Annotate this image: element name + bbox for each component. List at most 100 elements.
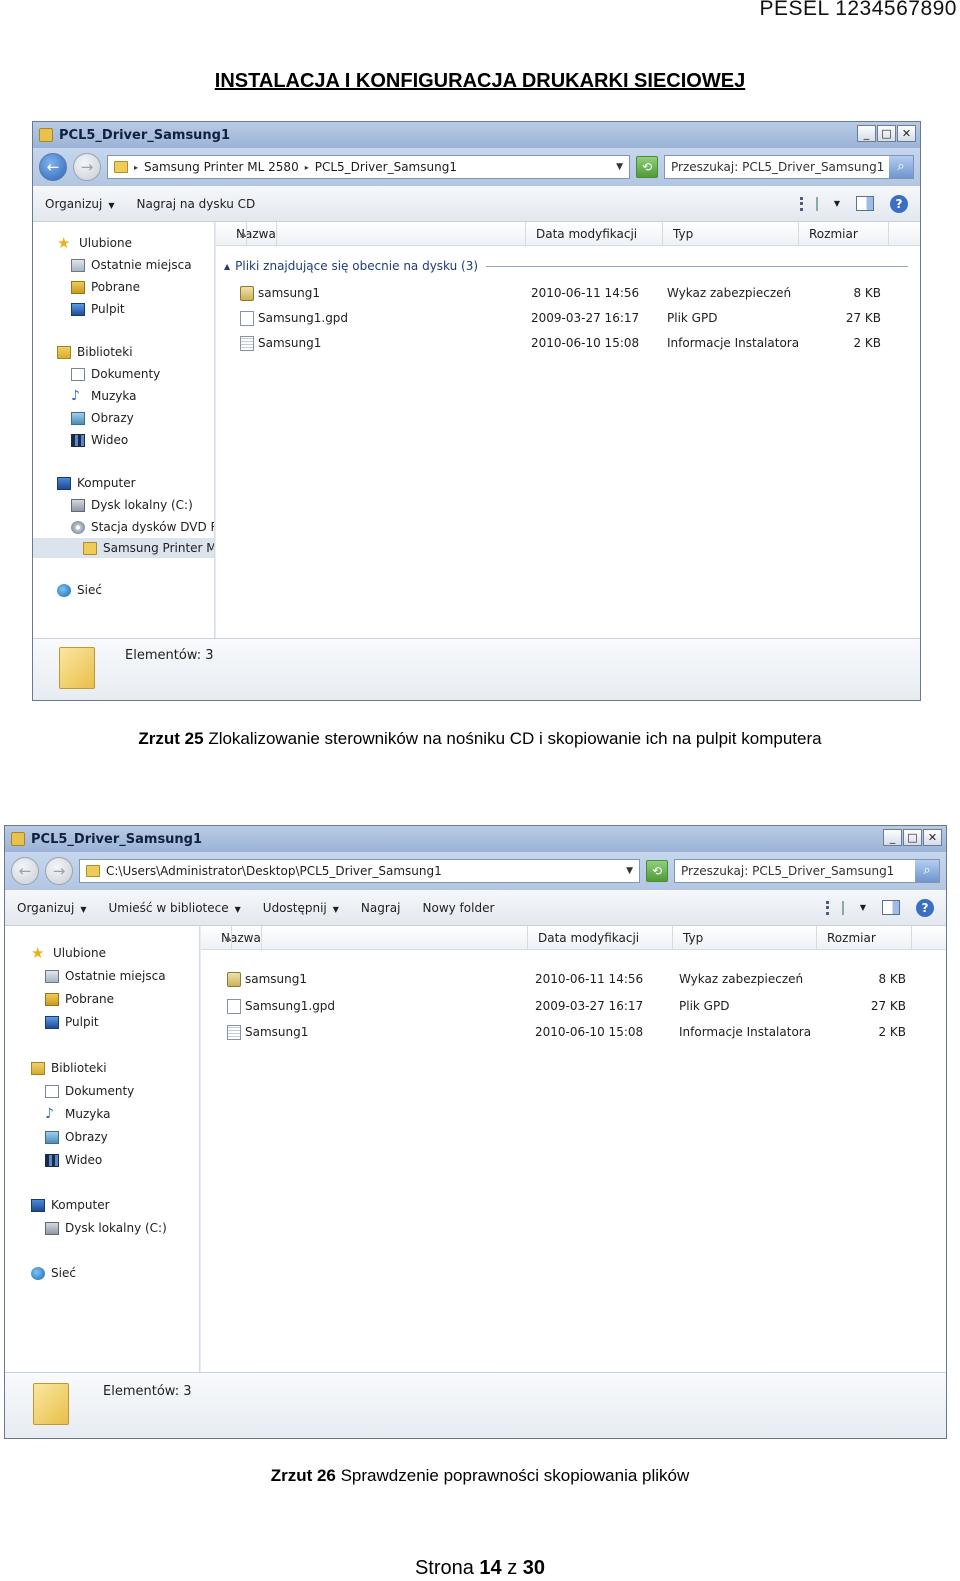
sidebar-item-network[interactable]: Sieć — [33, 580, 214, 600]
sidebar-item-favorites[interactable]: ★ Ulubione — [33, 233, 214, 253]
refresh-button[interactable]: ⟲ — [636, 156, 658, 178]
chevron-down-icon[interactable]: ▼ — [834, 199, 840, 208]
forward-button[interactable]: → — [73, 153, 101, 181]
column-date[interactable]: Data modyfikacji — [528, 926, 673, 950]
setup-info-icon — [240, 336, 254, 351]
table-row[interactable]: Samsung1.gpd 2009-03-27 16:17 Plik GPD 2… — [201, 995, 946, 1017]
search-input[interactable]: Przeszukaj: PCL5_Driver_Samsung1 ⌕ — [664, 155, 914, 179]
column-type[interactable]: Typ — [663, 222, 799, 246]
burn-button[interactable]: Nagraj na dysku CD — [136, 197, 255, 211]
sidebar-item-libraries[interactable]: Biblioteki — [33, 342, 214, 362]
sidebar-item-downloads[interactable]: Pobrane — [33, 277, 214, 297]
sidebar-item-local-disk[interactable]: Dysk lokalny (C:) — [33, 495, 214, 515]
column-name[interactable]: Nazwa ▲ — [216, 222, 526, 246]
sidebar-item-network[interactable]: Sieć — [5, 1263, 199, 1283]
minimize-button[interactable]: _ — [883, 829, 902, 846]
command-bar: Organizuj ▼ Nagraj na dysku CD ▼ ? — [33, 186, 920, 222]
forward-button[interactable]: → — [45, 857, 73, 885]
column-name[interactable]: Nazwa ▲ — [201, 926, 528, 950]
folder-icon — [83, 541, 97, 555]
back-button[interactable]: ← — [11, 857, 39, 885]
window-title: PCL5_Driver_Samsung1 — [59, 127, 231, 143]
table-row[interactable]: Samsung1.gpd 2009-03-27 16:17 Plik GPD 2… — [216, 307, 920, 329]
address-input[interactable]: C:\Users\Administrator\Desktop\PCL5_Driv… — [79, 859, 640, 883]
view-options-icon[interactable] — [799, 196, 818, 211]
table-row[interactable]: samsung1 2010-06-11 14:56 Wykaz zabezpie… — [201, 968, 946, 990]
table-row[interactable]: Samsung1 2010-06-10 15:08 Informacje Ins… — [201, 1021, 946, 1043]
figure-caption: Zrzut 25 Zlokalizowanie sterowników na n… — [138, 729, 822, 748]
help-icon[interactable]: ? — [890, 194, 908, 213]
view-options-icon[interactable] — [825, 900, 844, 915]
downloads-icon — [45, 992, 59, 1006]
close-button[interactable]: ✕ — [923, 829, 942, 846]
sidebar-item-dvd[interactable]: Stacja dysków DVD RW — [33, 517, 214, 537]
documents-icon — [71, 367, 85, 381]
sidebar-item-documents[interactable]: Dokumenty — [33, 364, 214, 384]
close-button[interactable]: ✕ — [897, 125, 916, 142]
chevron-down-icon[interactable]: ▼ — [626, 866, 633, 876]
sidebar-item-videos[interactable]: Wideo — [5, 1150, 199, 1170]
sidebar-item-favorites[interactable]: ★ Ulubione — [5, 943, 199, 963]
sidebar-item-music[interactable]: ♪ Muzyka — [33, 386, 214, 406]
maximize-button[interactable]: □ — [877, 125, 896, 142]
organize-menu[interactable]: Organizuj ▼ — [45, 197, 114, 211]
sidebar-item-music[interactable]: ♪ Muzyka — [5, 1104, 199, 1124]
sidebar-item-recent[interactable]: Ostatnie miejsca — [5, 966, 199, 986]
burn-button[interactable]: Nagraj — [361, 901, 401, 915]
breadcrumb-item[interactable]: PCL5_Driver_Samsung1 — [315, 160, 457, 174]
sidebar-item-desktop[interactable]: Pulpit — [5, 1012, 199, 1032]
file-list: Nazwa ▲ Data modyfikacji Typ Rozmiar ▲ Pl… — [216, 222, 920, 639]
window-title: PCL5_Driver_Samsung1 — [31, 831, 203, 847]
sidebar-item-computer[interactable]: Komputer — [5, 1195, 199, 1215]
window-controls: _ □ ✕ — [857, 125, 916, 142]
sidebar-item-libraries[interactable]: Biblioteki — [5, 1058, 199, 1078]
chevron-down-icon[interactable]: ▼ — [860, 903, 866, 912]
sidebar-item-desktop[interactable]: Pulpit — [33, 299, 214, 319]
preview-pane-icon[interactable] — [856, 196, 874, 211]
sidebar-item-recent[interactable]: Ostatnie miejsca — [33, 255, 214, 275]
search-input[interactable]: Przeszukaj: PCL5_Driver_Samsung1 ⌕ — [674, 859, 940, 883]
organize-menu[interactable]: Organizuj ▼ — [17, 901, 86, 915]
refresh-button[interactable]: ⟲ — [646, 860, 668, 882]
sidebar-item-samsung-cd[interactable]: Samsung Printer ML — [33, 538, 214, 558]
group-header[interactable]: ▲ Pliki znajdujące się obecnie na dysku … — [216, 256, 920, 276]
preview-pane-icon[interactable] — [882, 900, 900, 915]
new-folder-button[interactable]: Nowy folder — [423, 901, 495, 915]
sidebar-item-computer[interactable]: Komputer — [33, 473, 214, 493]
help-icon[interactable]: ? — [916, 898, 934, 917]
column-size[interactable]: Rozmiar — [817, 926, 912, 950]
star-icon: ★ — [31, 943, 45, 962]
sidebar-item-pictures[interactable]: Obrazy — [33, 408, 214, 428]
sidebar-item-pictures[interactable]: Obrazy — [5, 1127, 199, 1147]
column-type[interactable]: Typ — [673, 926, 817, 950]
search-icon[interactable]: ⌕ — [889, 156, 913, 178]
libraries-icon — [57, 345, 71, 359]
share-menu[interactable]: Udostępnij ▼ — [263, 901, 339, 915]
column-date[interactable]: Data modyfikacji — [526, 222, 663, 246]
maximize-button[interactable]: □ — [903, 829, 922, 846]
include-in-library-menu[interactable]: Umieść w bibliotece ▼ — [108, 901, 240, 915]
minimize-button[interactable]: _ — [857, 125, 876, 142]
sidebar-item-local-disk[interactable]: Dysk lokalny (C:) — [5, 1218, 199, 1238]
breadcrumb[interactable]: ▸ Samsung Printer ML 2580 ▸ PCL5_Driver_… — [107, 155, 630, 179]
status-bar: Elementów: 3 — [5, 1372, 946, 1438]
file-icon — [227, 999, 241, 1014]
search-icon[interactable]: ⌕ — [915, 860, 939, 882]
back-button[interactable]: ← — [39, 153, 67, 181]
breadcrumb-item[interactable]: Samsung Printer ML 2580 — [144, 160, 299, 174]
title-bar: PCL5_Driver_Samsung1 _ □ ✕ — [5, 826, 946, 852]
folder-icon — [59, 647, 95, 689]
sidebar-item-videos[interactable]: Wideo — [33, 430, 214, 450]
explorer-window-desktop: PCL5_Driver_Samsung1 _ □ ✕ ← → C:\Users\Ad… — [4, 825, 947, 1439]
window-controls: _ □ ✕ — [883, 829, 942, 846]
column-size[interactable]: Rozmiar — [799, 222, 889, 246]
sidebar-item-downloads[interactable]: Pobrane — [5, 989, 199, 1009]
chevron-down-icon[interactable]: ▼ — [616, 162, 623, 172]
sidebar-item-documents[interactable]: Dokumenty — [5, 1081, 199, 1101]
table-row[interactable]: Samsung1 2010-06-10 15:08 Informacje Ins… — [216, 332, 920, 354]
table-row[interactable]: samsung1 2010-06-11 14:56 Wykaz zabezpie… — [216, 282, 920, 304]
computer-icon — [31, 1198, 45, 1212]
documents-icon — [45, 1084, 59, 1098]
address-path[interactable]: C:\Users\Administrator\Desktop\PCL5_Driv… — [106, 864, 442, 878]
file-icon — [240, 311, 254, 326]
